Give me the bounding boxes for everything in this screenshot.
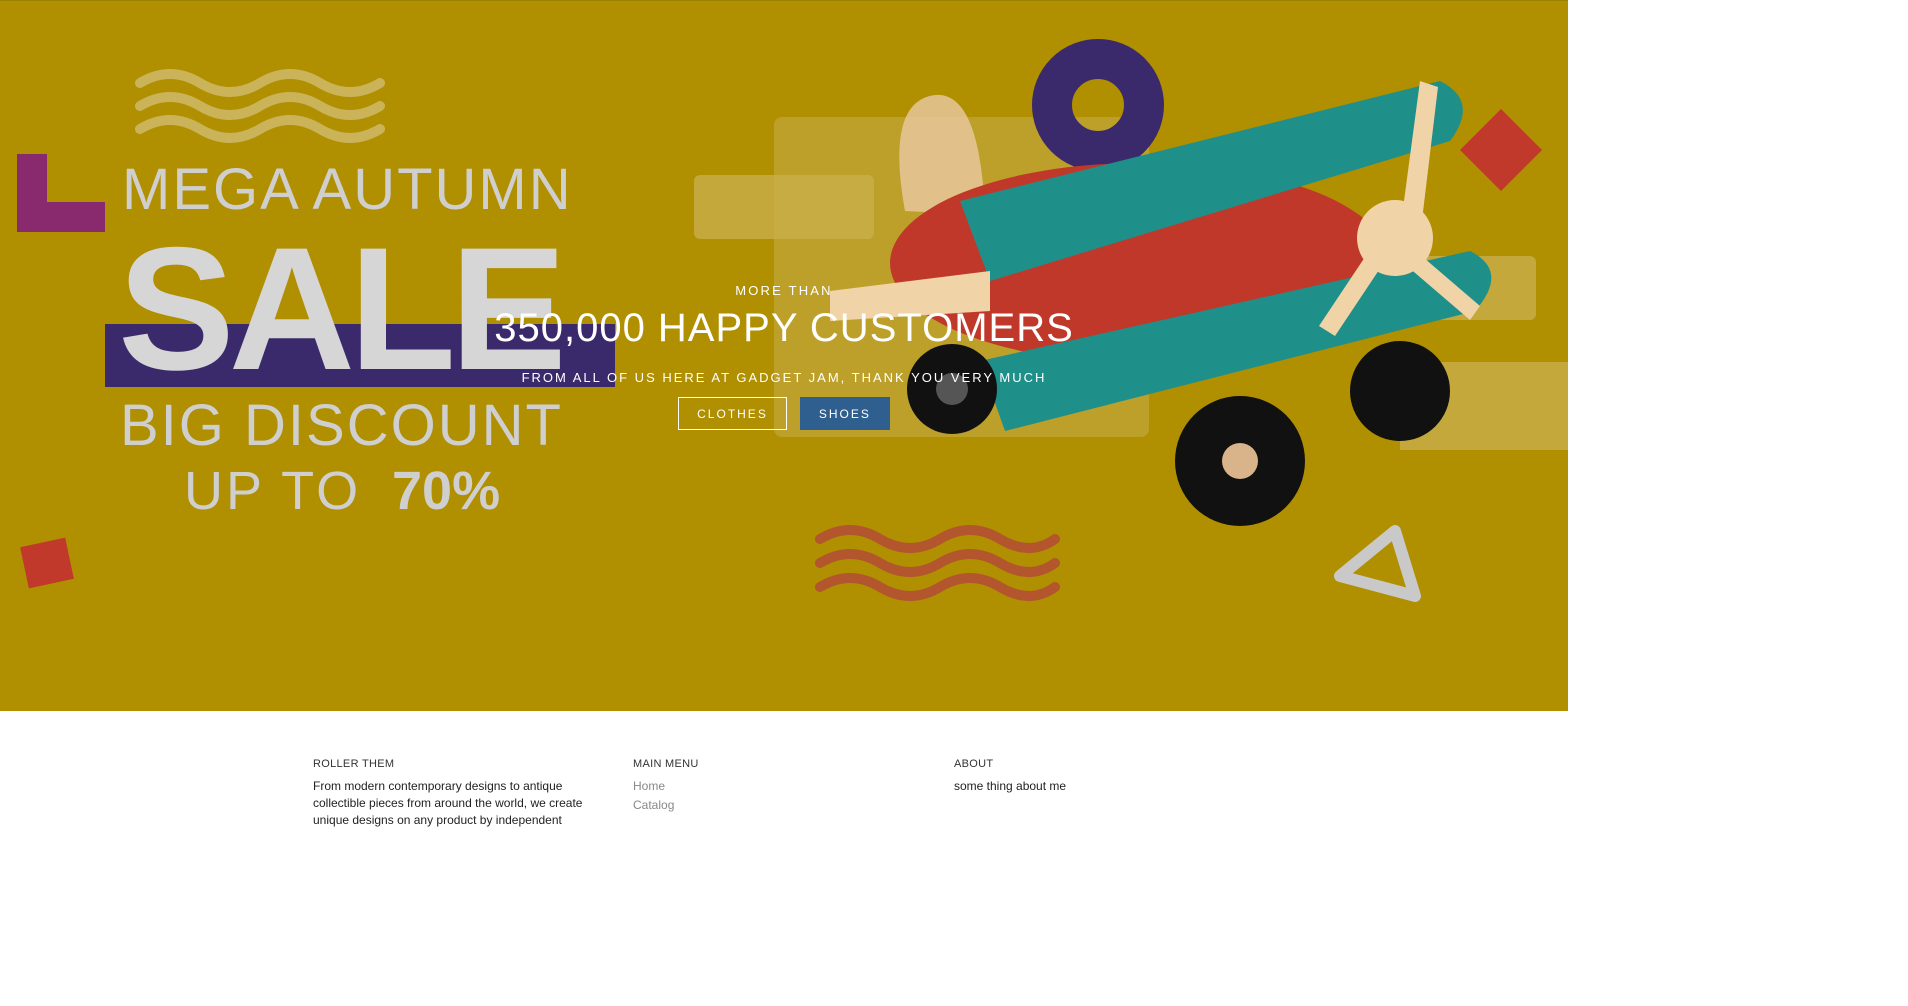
footer-column-about: ABOUT some thing about me [954,758,1234,795]
triangle-decoration [1334,525,1421,602]
footer-column-about-theme: ROLLER THEM From modern contemporary des… [313,758,593,829]
hero-content: MORE THAN 350,000 HAPPY CUSTOMERS FROM A… [0,283,1568,430]
hero-eyebrow: MORE THAN [735,283,833,298]
hero-headline: 350,000 HAPPY CUSTOMERS [494,306,1074,350]
footer-column-main-menu: MAIN MENU Home Catalog [633,758,913,816]
footer-link-catalog[interactable]: Catalog [633,798,674,812]
hero-banner: MEGA AUTUMN SALE BIG DISCOUNT UP TO 70% [0,0,1568,712]
square-decoration [20,537,74,589]
footer-column-title: ROLLER THEM [313,758,395,770]
diamond-decoration [1459,108,1543,192]
wave-decoration [815,525,1060,601]
shoes-button[interactable]: SHOES [799,397,890,430]
hero-buttons: CLOTHES SHOES [0,397,1568,430]
footer: ROLLER THEM From modern contemporary des… [0,711,1568,836]
footer-menu-item: Catalog [633,794,913,816]
footer-column-text: some thing about me [954,779,1067,793]
banner-percent: 70% [392,461,500,521]
footer-column-text: From modern contemporary designs to anti… [313,779,583,827]
ring-decoration [1032,39,1164,171]
footer-menu-list: Home Catalog [633,775,913,816]
wave-decoration [135,69,385,143]
corner-decoration [17,154,105,232]
footer-column-title: MAIN MENU [633,758,699,770]
clothes-button[interactable]: CLOTHES [678,397,787,430]
hero-subheadline: FROM ALL OF US HERE AT GADGET JAM, THANK… [521,370,1047,385]
footer-link-home[interactable]: Home [633,779,665,793]
banner-line-4: UP TO [184,461,361,521]
footer-column-title: ABOUT [954,758,994,770]
